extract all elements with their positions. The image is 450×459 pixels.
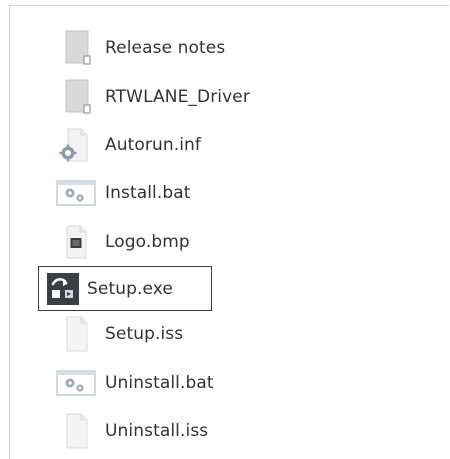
file-item-setup-exe[interactable]: Setup.exe xyxy=(38,266,212,311)
batch-file-icon xyxy=(53,175,99,211)
file-name: Setup.exe xyxy=(87,278,173,299)
file-item-rtwlane-driver[interactable]: RTWLANE_Driver xyxy=(48,77,266,116)
file-item-autorun-inf[interactable]: Autorun.inf xyxy=(48,125,266,164)
file-item-logo-bmp[interactable]: Logo.bmp xyxy=(48,222,266,261)
file-name: Install.bat xyxy=(105,182,191,203)
image-file-icon xyxy=(53,224,99,260)
file-name: Uninstall.iss xyxy=(105,420,209,441)
file-item-uninstall-iss[interactable]: Uninstall.iss xyxy=(48,411,266,450)
settings-file-icon xyxy=(53,127,99,163)
folder-doc-icon xyxy=(53,30,99,66)
file-browser-pane: Release notes RTWLANE_Driver Autorun.inf… xyxy=(9,5,449,459)
file-name: Uninstall.bat xyxy=(105,372,214,393)
file-name: Setup.iss xyxy=(105,323,184,344)
batch-file-icon xyxy=(53,365,99,401)
file-item-install-bat[interactable]: Install.bat xyxy=(48,173,266,212)
file-item-release-notes[interactable]: Release notes xyxy=(48,28,266,67)
file-name: Autorun.inf xyxy=(105,134,201,155)
file-item-uninstall-bat[interactable]: Uninstall.bat xyxy=(48,363,266,402)
file-list: Release notes RTWLANE_Driver Autorun.inf… xyxy=(10,6,449,459)
blank-file-icon xyxy=(53,316,99,352)
blank-file-icon xyxy=(53,413,99,449)
file-name: Logo.bmp xyxy=(105,231,190,252)
setup-exe-icon xyxy=(43,271,83,307)
folder-doc-icon xyxy=(53,79,99,115)
file-name: Release notes xyxy=(105,37,226,58)
file-name: RTWLANE_Driver xyxy=(105,86,250,107)
file-item-setup-iss[interactable]: Setup.iss xyxy=(48,314,266,353)
